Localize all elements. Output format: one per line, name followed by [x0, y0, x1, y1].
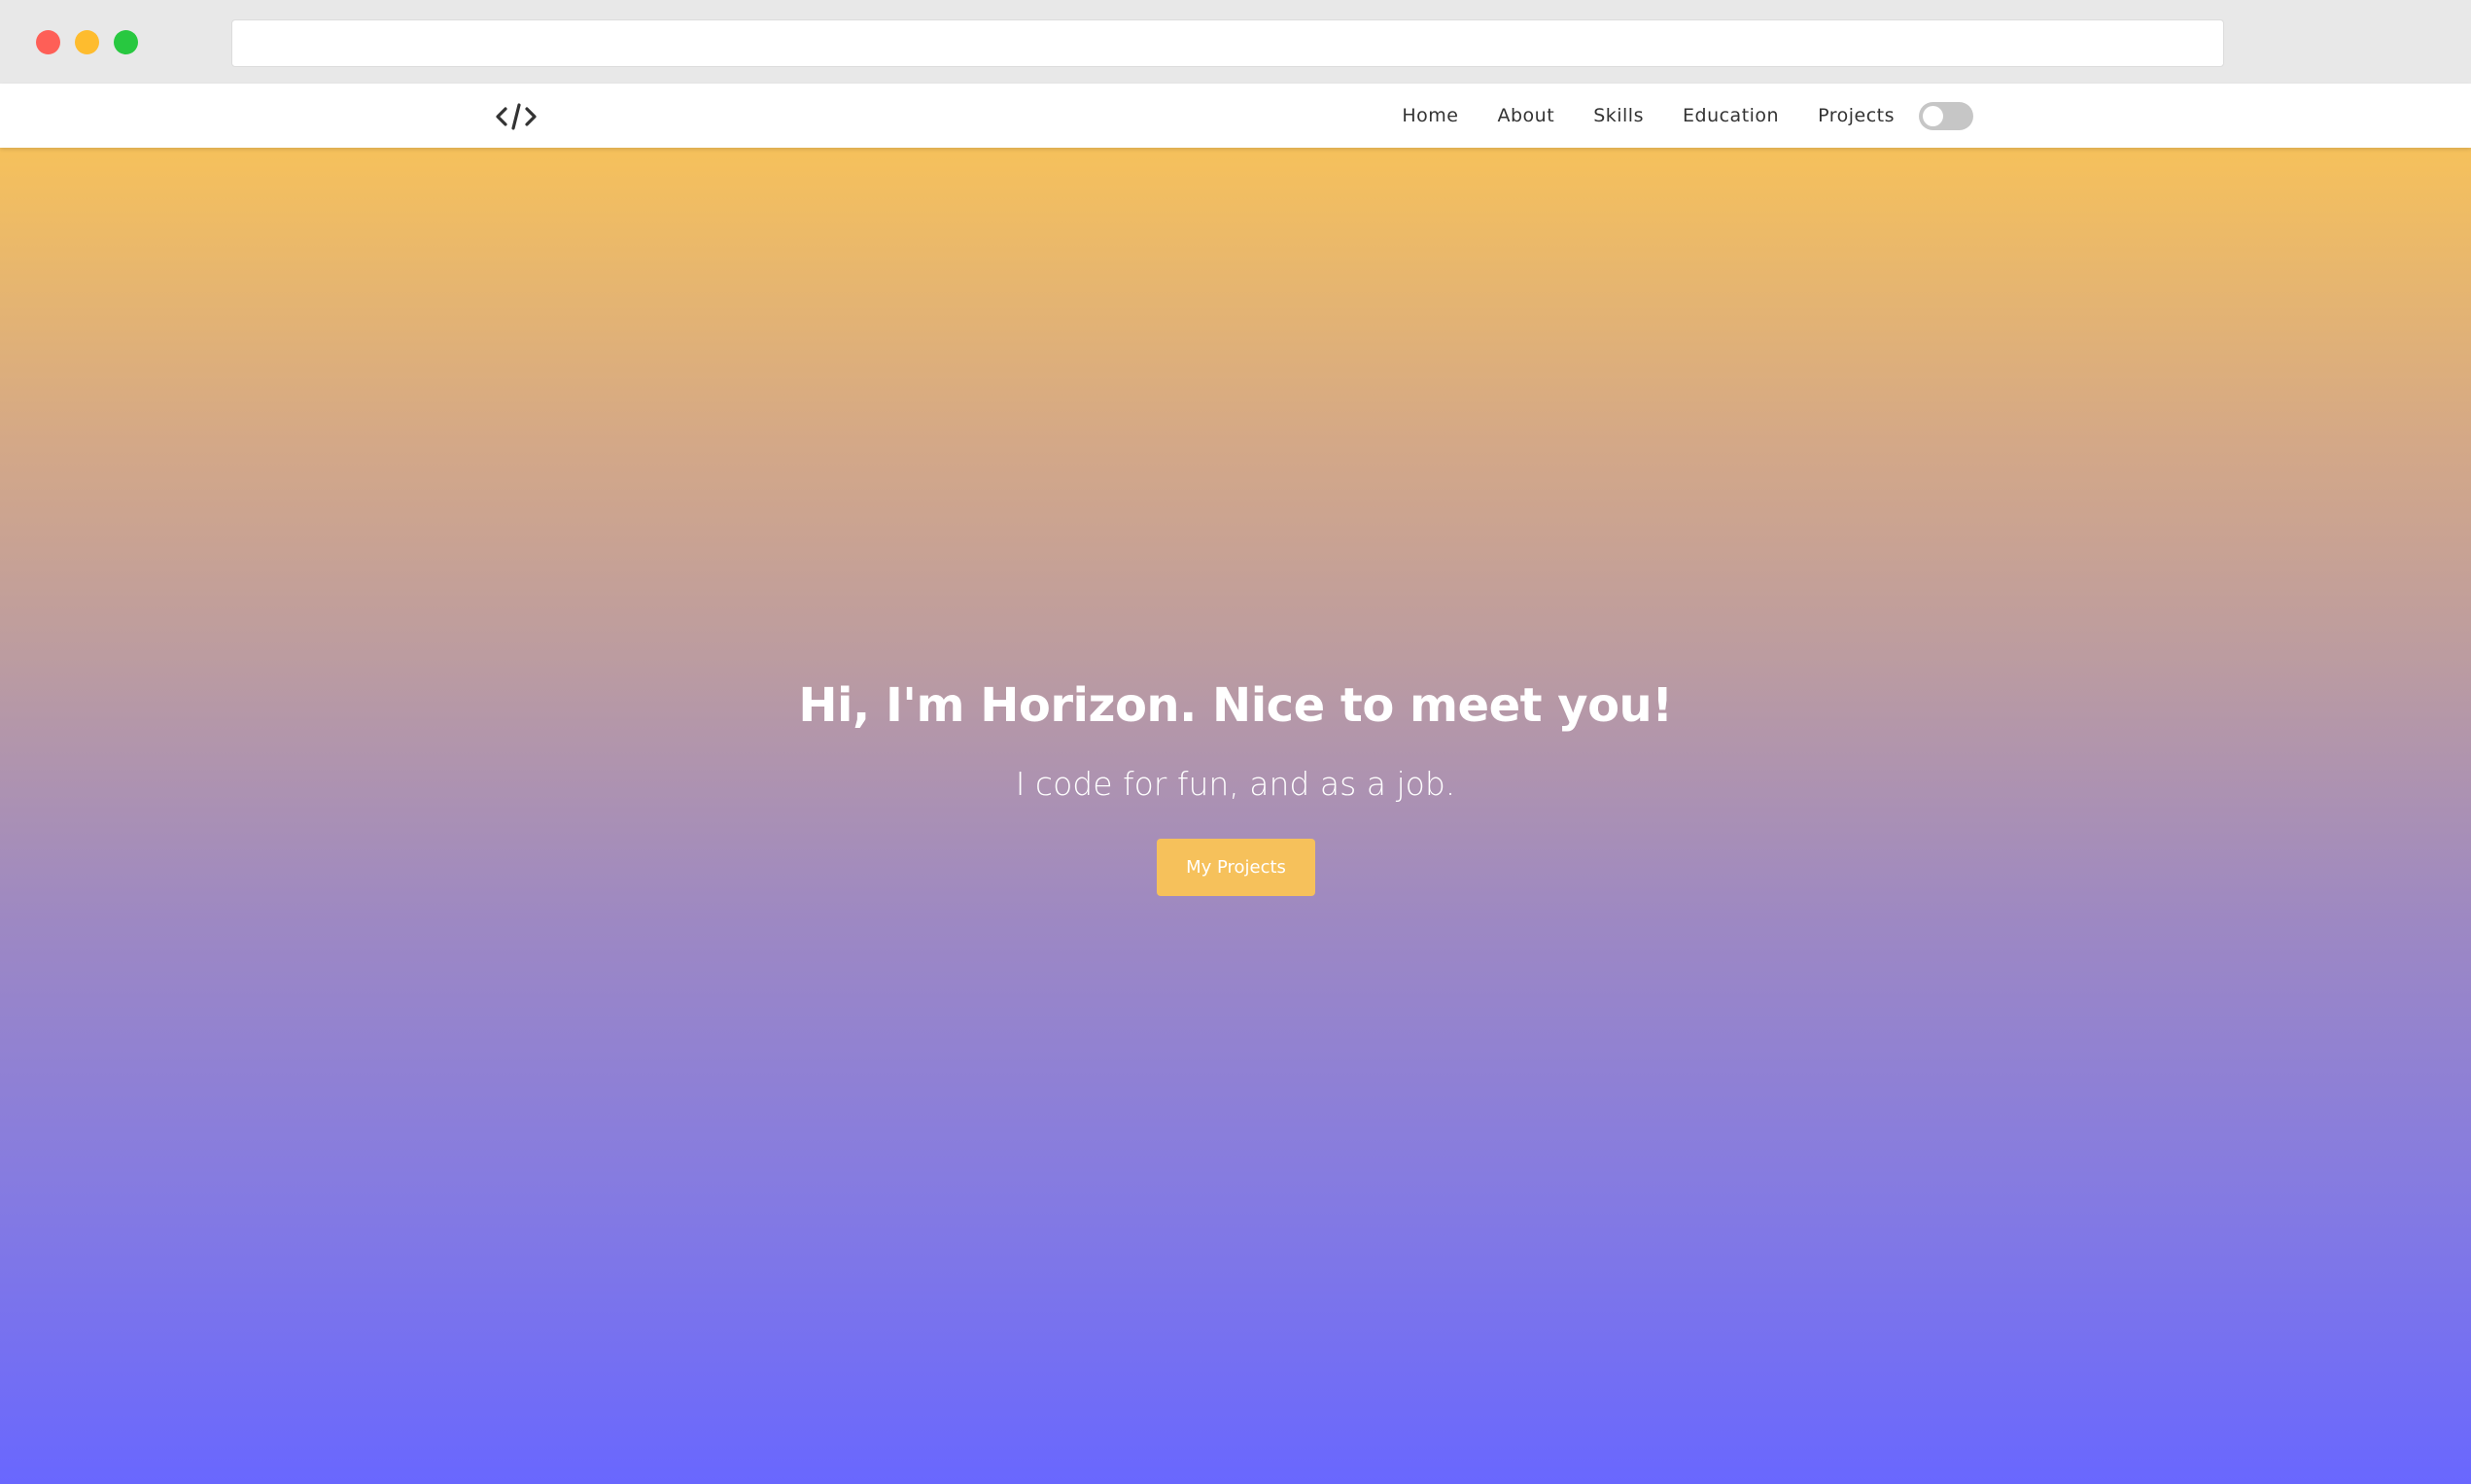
toggle-knob: [1923, 105, 1943, 126]
code-brackets-icon[interactable]: [494, 102, 539, 131]
theme-toggle[interactable]: [1919, 101, 1973, 130]
hero-section: Hi, I'm Horizon. Nice to meet you! I cod…: [0, 148, 2471, 1484]
my-projects-button[interactable]: My Projects: [1157, 839, 1315, 896]
nav-links: Home About Skills Education Projects: [1402, 84, 1973, 148]
site-navbar: Home About Skills Education Projects: [0, 84, 2471, 148]
maximize-window-button[interactable]: [114, 30, 138, 54]
nav-link-skills[interactable]: Skills: [1593, 105, 1644, 126]
nav-link-education[interactable]: Education: [1683, 105, 1779, 126]
hero-subtitle: I code for fun, and as a job.: [1015, 765, 1456, 803]
nav-link-projects[interactable]: Projects: [1818, 105, 1895, 126]
browser-chrome: [0, 0, 2471, 84]
close-window-button[interactable]: [36, 30, 60, 54]
minimize-window-button[interactable]: [75, 30, 99, 54]
nav-link-about[interactable]: About: [1498, 105, 1555, 126]
hero-title: Hi, I'm Horizon. Nice to meet you!: [798, 678, 1673, 733]
browser-window: Home About Skills Education Projects Hi,…: [0, 0, 2471, 1484]
nav-link-home[interactable]: Home: [1402, 105, 1458, 126]
address-bar[interactable]: [231, 19, 2224, 67]
